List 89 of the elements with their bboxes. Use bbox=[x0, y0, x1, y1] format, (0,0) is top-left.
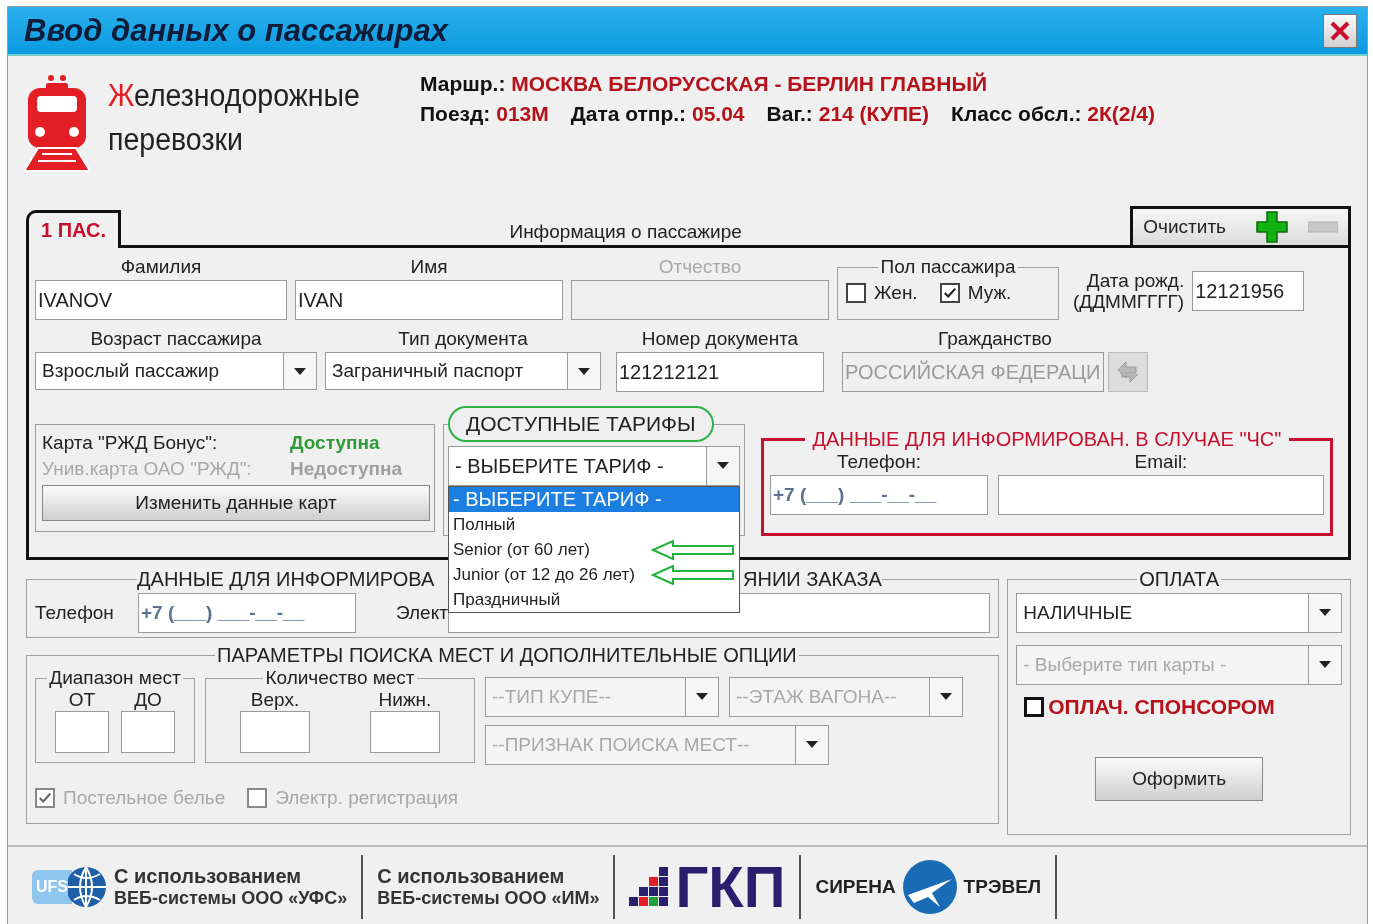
change-cards-button[interactable]: Изменить данные карт bbox=[42, 485, 430, 521]
input-field[interactable]: +7 (___) ___-__-__ bbox=[138, 593, 356, 633]
close-button[interactable] bbox=[1323, 13, 1357, 48]
input-field[interactable]: 12121956 bbox=[1192, 271, 1305, 311]
field-label: Телефон bbox=[35, 602, 115, 624]
checkbox[interactable] bbox=[939, 283, 960, 303]
dropdown[interactable]: Заграничный паспорт bbox=[325, 352, 601, 390]
dropdown-option[interactable]: - ВЫБЕРИТЕ ТАРИФ - bbox=[449, 487, 739, 512]
group-title: Диапазон мест bbox=[48, 667, 182, 689]
check-icon bbox=[38, 791, 52, 805]
checkbox-label: ОПЛАЧ. СПОНСОРОМ bbox=[1048, 695, 1275, 719]
dropdown[interactable]: НАЛИЧНЫЕ bbox=[1016, 593, 1342, 633]
field-label: ДО bbox=[134, 689, 162, 711]
partner-text: С использованием ВЕБ-системы ООО «УФС» bbox=[114, 865, 348, 909]
field-label: Возраст пассажира bbox=[90, 328, 262, 350]
group-title: ОПЛАТА bbox=[1138, 568, 1220, 591]
dropdown-option[interactable]: Полный bbox=[449, 512, 739, 537]
logo-text: ГКП bbox=[675, 857, 786, 917]
checkbox-label: Жен. bbox=[874, 282, 918, 304]
plus-icon[interactable] bbox=[1256, 211, 1288, 243]
close-icon bbox=[1329, 19, 1351, 42]
field-label: Гражданство bbox=[938, 328, 1052, 350]
field-label: Дата рожд. (ДДММГГГГ) bbox=[1073, 270, 1185, 312]
dropdown-option[interactable]: Junior (от 12 до 26 лет) bbox=[449, 562, 739, 587]
input-field[interactable] bbox=[370, 711, 440, 753]
check-icon bbox=[942, 286, 957, 300]
group-title: Количество мест bbox=[264, 667, 416, 689]
group-title: ЯНИИ ЗАКАЗА bbox=[743, 568, 882, 591]
input-field[interactable] bbox=[998, 475, 1324, 515]
passenger-tab[interactable]: 1 ПАС. bbox=[26, 210, 121, 248]
arrow-icon bbox=[651, 540, 735, 560]
panel-title: Информация о пассажире bbox=[509, 221, 742, 244]
trip-detail: Дата отпр.: 05.04 bbox=[570, 102, 745, 126]
dropdown[interactable]: - ВЫБЕРИТЕ ТАРИФ - bbox=[448, 446, 740, 486]
input-field[interactable] bbox=[55, 711, 109, 753]
field-label: ОТ bbox=[68, 689, 96, 711]
checkbox[interactable] bbox=[1024, 697, 1045, 717]
group-title: Пол пассажира bbox=[879, 256, 1017, 278]
globe-icon bbox=[68, 864, 108, 910]
trip-detail: Поезд: 013М bbox=[420, 102, 549, 126]
card-label: Карта "РЖД Бонус": bbox=[42, 431, 219, 455]
field-label: Элект bbox=[396, 602, 448, 624]
group-title: ДАННЫЕ ДЛЯ ИНФОРМИРОВА bbox=[137, 568, 436, 591]
field-label: Номер документа bbox=[641, 328, 799, 350]
submit-button[interactable]: Оформить bbox=[1095, 757, 1264, 801]
field-label: Отчество bbox=[658, 256, 742, 278]
group-title: ДАННЫЕ ДЛЯ ИНФОРМИРОВАН. В СЛУЧАЕ "ЧС" bbox=[811, 428, 1283, 451]
group-title: ПАРАМЕТРЫ ПОИСКА МЕСТ И ДОПОЛНИТЕЛЬНЫЕ ОПЦИИ bbox=[216, 644, 798, 667]
field-label: Email: bbox=[1134, 451, 1188, 473]
caret-icon bbox=[1308, 594, 1341, 632]
dropdown[interactable]: Взрослый пассажир bbox=[35, 352, 317, 390]
plane-icon bbox=[901, 859, 958, 915]
dropdown-option[interactable]: Праздничный bbox=[449, 587, 739, 612]
field-label: Тип документа bbox=[398, 328, 528, 350]
logo-badge: UFS bbox=[32, 870, 72, 904]
input-field[interactable]: 121212121 bbox=[616, 352, 824, 392]
input-field[interactable] bbox=[121, 711, 175, 753]
field-label: Имя bbox=[410, 256, 448, 278]
trip-detail: Маршр.: МОСКВА БЕЛОРУССКАЯ - БЕРЛИН ГЛАВНЫЙ bbox=[420, 72, 988, 96]
card-status: Недоступна bbox=[290, 457, 403, 481]
field-label: Нижн. bbox=[378, 689, 432, 711]
field-label: Телефон: bbox=[836, 451, 922, 473]
squares-icon bbox=[629, 867, 670, 907]
trip-detail: Ваг.: 214 (КУПЕ) bbox=[766, 102, 930, 126]
logo-text: ТРЭВЕЛ bbox=[963, 876, 1042, 898]
checkbox-label: Муж. bbox=[967, 282, 1012, 304]
arrow-icon bbox=[651, 565, 735, 585]
input-field[interactable]: IVANOV bbox=[35, 280, 287, 320]
card-status: Доступна bbox=[290, 431, 380, 455]
card-label: Унив.карта ОАО "РЖД": bbox=[42, 457, 253, 481]
caret-icon bbox=[567, 353, 600, 389]
input-field[interactable]: IVAN bbox=[295, 280, 563, 320]
input-field[interactable] bbox=[240, 711, 310, 753]
clear-button[interactable]: Очистить bbox=[1143, 216, 1236, 238]
dropdown-option[interactable]: Senior (от 60 лет) bbox=[449, 537, 739, 562]
checkbox[interactable] bbox=[846, 283, 866, 303]
checkbox-label: Постельное белье bbox=[63, 787, 226, 809]
input-field[interactable]: +7 (___) ___-__-__ bbox=[770, 475, 988, 515]
checkbox-label: Электр. регистрация bbox=[275, 787, 459, 809]
field-label: Верх. bbox=[250, 689, 300, 711]
trip-detail: Класс обсл.: 2К(2/4) bbox=[951, 102, 1155, 126]
partner-text: С использованием ВЕБ-системы ООО «ИМ» bbox=[377, 865, 600, 909]
field-label: Фамилия bbox=[120, 256, 202, 278]
group-title: ДОСТУПНЫЕ ТАРИФЫ bbox=[448, 406, 714, 442]
window-title: Ввод данных о пассажирах bbox=[24, 12, 448, 49]
train-icon bbox=[24, 74, 90, 172]
brand-text: Железнодорожные перевозки bbox=[108, 77, 361, 159]
caret-icon bbox=[283, 353, 316, 389]
logo-text: СИРЕНА bbox=[815, 876, 896, 898]
